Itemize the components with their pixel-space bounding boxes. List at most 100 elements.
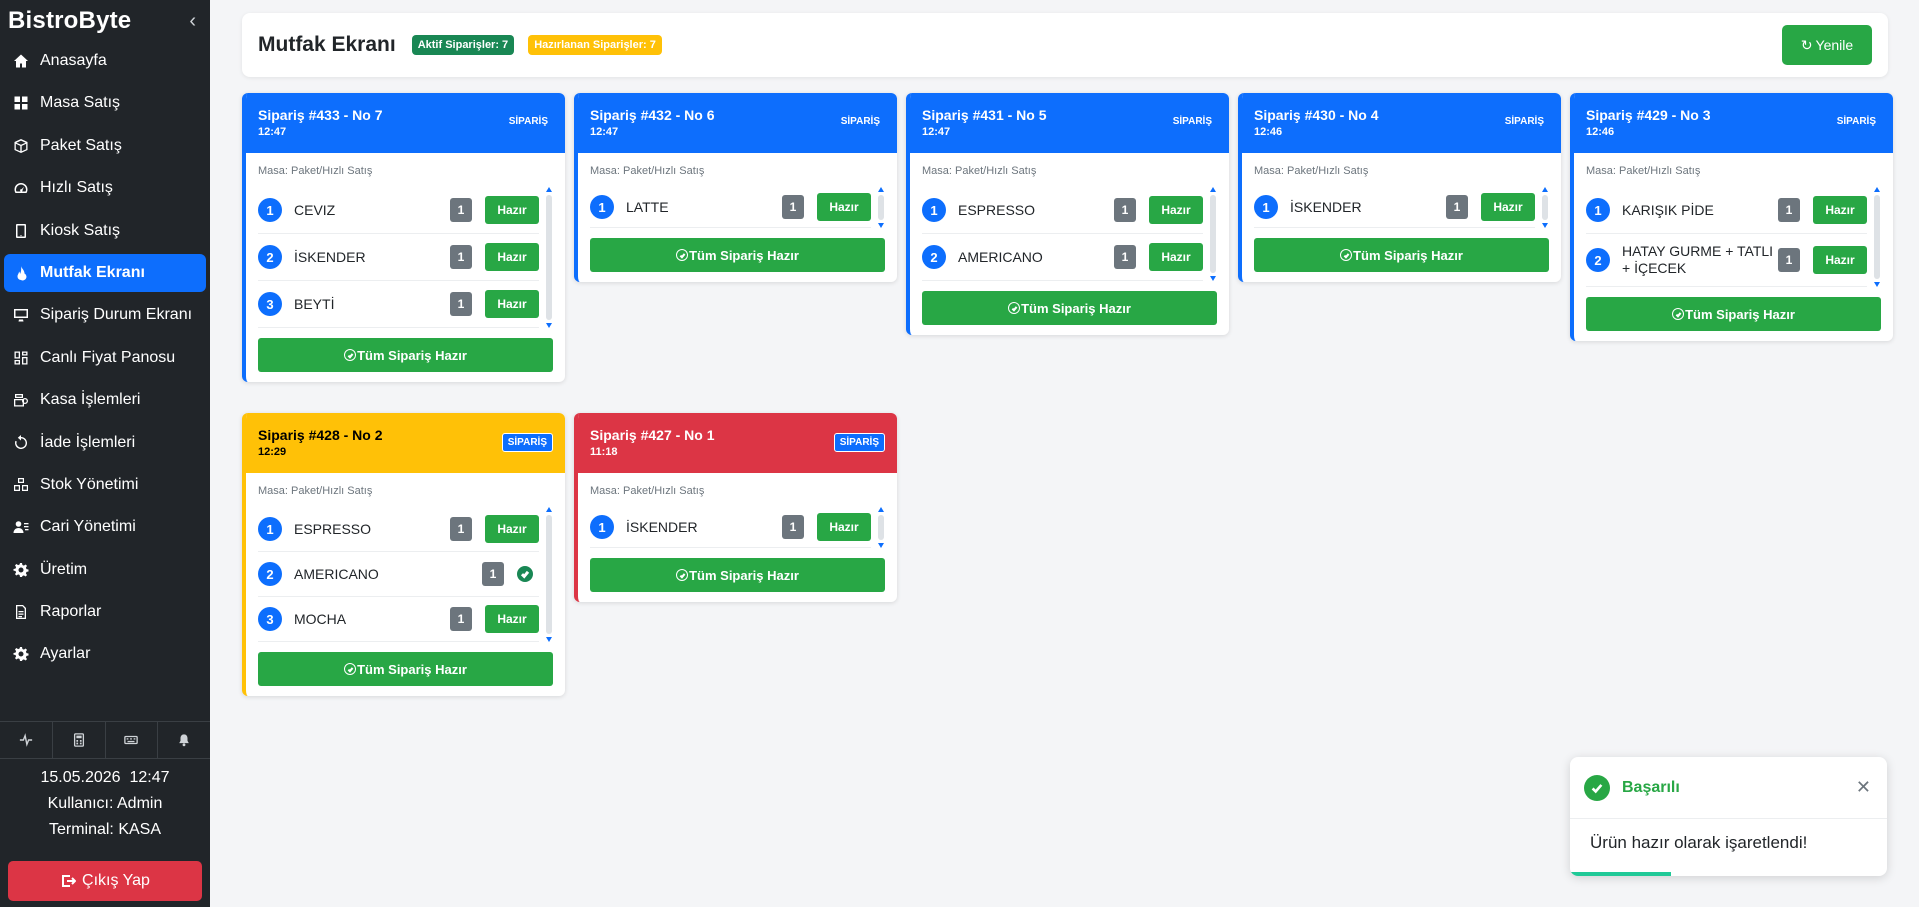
sidebar-item-label: Kiosk Satış bbox=[40, 221, 121, 239]
sidebar-item-raporlar[interactable]: Raporlar bbox=[4, 593, 206, 631]
order-items-list: 1 İSKENDER 1 Hazır bbox=[590, 507, 885, 548]
item-ready-button[interactable]: Hazır bbox=[485, 290, 539, 318]
scroll-down-icon[interactable] bbox=[546, 637, 552, 642]
scroll-up-icon[interactable] bbox=[546, 507, 552, 512]
sidebar-item-kiosk-satış[interactable]: Kiosk Satış bbox=[4, 212, 206, 250]
order-header: Sipariş #428 - No 2 12:29 SİPARİŞ bbox=[246, 413, 565, 473]
all-ready-label: Tüm Sipariş Hazır bbox=[1021, 300, 1131, 316]
calculator-button[interactable] bbox=[53, 722, 106, 758]
check-circle-icon bbox=[676, 569, 689, 581]
items-scrollbar[interactable] bbox=[877, 187, 885, 228]
sidebar-item-i-ade-i-şlemleri[interactable]: İade İşlemleri bbox=[4, 424, 206, 462]
scroll-thumb[interactable] bbox=[878, 195, 884, 220]
all-ready-button[interactable]: Tüm Sipariş Hazır bbox=[590, 238, 885, 272]
item-ready-button[interactable]: Hazır bbox=[485, 515, 539, 543]
table-label: Masa: Paket/Hızlı Satış bbox=[922, 165, 1037, 177]
scroll-up-icon[interactable] bbox=[1542, 187, 1548, 192]
all-ready-button[interactable]: Tüm Sipariş Hazır bbox=[258, 652, 553, 686]
scroll-down-icon[interactable] bbox=[878, 543, 884, 548]
scroll-down-icon[interactable] bbox=[546, 323, 552, 328]
scroll-up-icon[interactable] bbox=[878, 187, 884, 192]
scroll-up-icon[interactable] bbox=[878, 507, 884, 512]
sidebar-item-stok-yönetimi[interactable]: Stok Yönetimi bbox=[4, 466, 206, 504]
items-scrollbar[interactable] bbox=[1209, 187, 1217, 281]
scroll-down-icon[interactable] bbox=[1542, 223, 1548, 228]
item-ready-button[interactable]: Hazır bbox=[1149, 243, 1203, 271]
sidebar-item-label: Stok Yönetimi bbox=[40, 475, 139, 493]
sidebar-item-canlı-fiyat-panosu[interactable]: Canlı Fiyat Panosu bbox=[4, 339, 206, 377]
item-ready-button[interactable]: Hazır bbox=[1481, 193, 1535, 221]
item-ready-button[interactable]: Hazır bbox=[817, 513, 871, 541]
sidebar-item-mutfak-ekranı[interactable]: Mutfak Ekranı bbox=[4, 253, 206, 292]
item-quantity: 1 bbox=[1778, 198, 1800, 222]
order-card: Sipariş #432 - No 6 12:47 SİPARİŞ Masa: Pak… bbox=[574, 93, 897, 282]
sidebar-item-kasa-i-şlemleri[interactable]: Kasa İşlemleri bbox=[4, 381, 206, 419]
refresh-button[interactable]: ↻ Yenile bbox=[1782, 25, 1872, 65]
item-ready-button[interactable]: Hazır bbox=[1813, 246, 1867, 274]
items-scrollbar[interactable] bbox=[1541, 187, 1549, 228]
order-header: Sipariş #431 - No 5 12:47 SİPARİŞ bbox=[910, 93, 1229, 153]
scroll-thumb[interactable] bbox=[1542, 195, 1548, 220]
order-type-tag: SİPARİŞ bbox=[501, 433, 553, 452]
scroll-down-icon[interactable] bbox=[878, 223, 884, 228]
items-scrollbar[interactable] bbox=[1873, 187, 1881, 287]
scroll-down-icon[interactable] bbox=[1874, 282, 1880, 287]
scroll-up-icon[interactable] bbox=[1874, 187, 1880, 192]
sidebar-item-hızlı-satış[interactable]: Hızlı Satış bbox=[4, 169, 206, 207]
scroll-thumb[interactable] bbox=[546, 515, 552, 634]
item-ready-button[interactable]: Hazır bbox=[817, 193, 871, 221]
order-header: Sipariş #432 - No 6 12:47 SİPARİŞ bbox=[578, 93, 897, 153]
notifications-button[interactable] bbox=[158, 722, 210, 758]
item-ready-button[interactable]: Hazır bbox=[485, 243, 539, 271]
scroll-up-icon[interactable] bbox=[1210, 187, 1216, 192]
order-items-list: 1 ESPRESSO 1 Hazır 2 AMERICANO 1 Hazır bbox=[922, 187, 1217, 281]
items-scrollbar[interactable] bbox=[545, 187, 553, 328]
table-label: Masa: Paket/Hızlı Satış bbox=[258, 485, 373, 497]
scroll-thumb[interactable] bbox=[1210, 195, 1216, 273]
sidebar-item-sipariş-durum-ekranı[interactable]: Sipariş Durum Ekranı bbox=[4, 296, 206, 334]
order-type-tag: SİPARİŞ bbox=[833, 433, 885, 452]
item-ready-button[interactable]: Hazır bbox=[485, 196, 539, 224]
activity-button[interactable] bbox=[0, 722, 53, 758]
scroll-thumb[interactable] bbox=[878, 515, 884, 540]
item-quantity: 1 bbox=[450, 245, 472, 269]
item-number: 3 bbox=[258, 292, 282, 316]
close-icon[interactable]: ✕ bbox=[1856, 777, 1871, 798]
all-ready-button[interactable]: Tüm Sipariş Hazır bbox=[258, 338, 553, 372]
current-user: Kullanıcı: Admin bbox=[47, 795, 163, 812]
items-scrollbar[interactable] bbox=[877, 507, 885, 548]
item-quantity: 1 bbox=[482, 562, 504, 586]
item-name: İSKENDER bbox=[294, 248, 366, 265]
table-label: Masa: Paket/Hızlı Satış bbox=[590, 485, 705, 497]
sidebar-item-üretim[interactable]: Üretim bbox=[4, 551, 206, 589]
cash-register-icon bbox=[12, 391, 30, 409]
all-ready-button[interactable]: Tüm Sipariş Hazır bbox=[922, 291, 1217, 325]
logout-button[interactable]: Çıkış Yap bbox=[8, 861, 202, 901]
item-name: KARIŞIK PİDE bbox=[1622, 201, 1714, 218]
item-number: 3 bbox=[258, 607, 282, 631]
keyboard-button[interactable] bbox=[106, 722, 159, 758]
all-ready-button[interactable]: Tüm Sipariş Hazır bbox=[1586, 297, 1881, 331]
all-ready-button[interactable]: Tüm Sipariş Hazır bbox=[1254, 238, 1549, 272]
all-ready-button[interactable]: Tüm Sipariş Hazır bbox=[590, 558, 885, 592]
scroll-thumb[interactable] bbox=[546, 195, 552, 320]
item-number: 1 bbox=[590, 515, 614, 539]
sidebar-item-cari-yönetimi[interactable]: Cari Yönetimi bbox=[4, 508, 206, 546]
scroll-up-icon[interactable] bbox=[546, 187, 552, 192]
item-number: 2 bbox=[258, 562, 282, 586]
session-info: 15.05.2026 12:47 Kullanıcı: Admin Termin… bbox=[0, 765, 210, 843]
item-ready-button[interactable]: Hazır bbox=[1813, 196, 1867, 224]
current-time: 12:47 bbox=[129, 769, 170, 786]
sidebar-item-masa-satış[interactable]: Masa Satış bbox=[4, 84, 206, 122]
sidebar-item-anasayfa[interactable]: Anasayfa bbox=[4, 42, 206, 80]
item-name: İSKENDER bbox=[626, 518, 698, 535]
sidebar-item-paket-satış[interactable]: Paket Satış bbox=[4, 127, 206, 165]
items-scrollbar[interactable] bbox=[545, 507, 553, 642]
item-ready-button[interactable]: Hazır bbox=[1149, 196, 1203, 224]
chevron-left-icon[interactable]: ‹ bbox=[189, 10, 196, 33]
sidebar-item-ayarlar[interactable]: Ayarlar bbox=[4, 635, 206, 673]
refresh-label: Yenile bbox=[1815, 37, 1854, 53]
scroll-thumb[interactable] bbox=[1874, 195, 1880, 279]
scroll-down-icon[interactable] bbox=[1210, 276, 1216, 281]
item-ready-button[interactable]: Hazır bbox=[485, 605, 539, 633]
